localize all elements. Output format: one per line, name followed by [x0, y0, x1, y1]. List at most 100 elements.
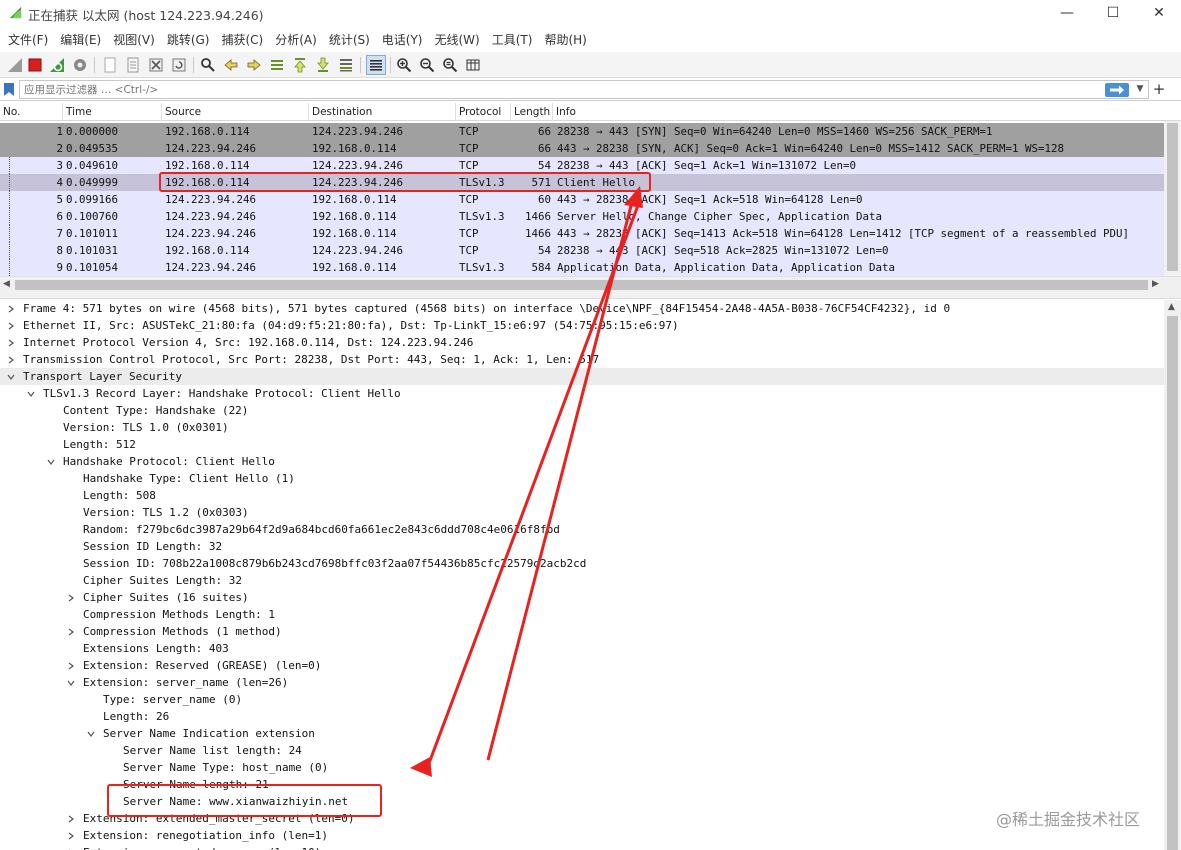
detail-tree-item[interactable]: Length: 26 [0, 708, 1164, 725]
scroll-left-icon[interactable]: ◀ [3, 279, 10, 289]
detail-tree-item[interactable]: Cipher Suites Length: 32 [0, 572, 1164, 589]
detail-tree-item[interactable]: Handshake Protocol: Client Hello [0, 453, 1164, 470]
detail-tree-item[interactable]: Extension: Reserved (GREASE) (len=0) [0, 657, 1164, 674]
chevron-right-icon[interactable] [65, 844, 77, 850]
detail-tree-item[interactable]: Compression Methods (1 method) [0, 623, 1164, 640]
details-scrollbar[interactable]: ▲ [1164, 300, 1181, 850]
chevron-right-icon[interactable] [65, 827, 77, 844]
chevron-right-icon[interactable] [65, 657, 77, 674]
detail-tree-item[interactable]: Session ID Length: 32 [0, 538, 1164, 555]
menu-telephony[interactable]: 电话(Y) [376, 31, 429, 48]
chevron-down-icon[interactable] [5, 368, 17, 385]
colorize-icon[interactable] [366, 55, 386, 75]
restart-capture-icon[interactable] [48, 56, 66, 74]
capture-options-icon[interactable] [71, 56, 89, 74]
detail-tree-item[interactable]: Extension: renegotiation_info (len=1) [0, 827, 1164, 844]
packet-row[interactable]: 2 0.049535 124.223.94.246 192.168.0.114 TCP 6… [0, 140, 1164, 157]
detail-tree-item[interactable]: Random: f279bc6dc3987a29b64f2d9a684bcd60… [0, 521, 1164, 538]
detail-tree-item[interactable]: Length: 508 [0, 487, 1164, 504]
detail-tree-item[interactable]: Content Type: Handshake (22) [0, 402, 1164, 419]
column-header-no[interactable]: No. [0, 103, 63, 121]
zoom-in-icon[interactable] [395, 56, 413, 74]
detail-tree-item[interactable]: Ethernet II, Src: ASUSTekC_21:80:fa (04:… [0, 317, 1164, 334]
detail-tree-item[interactable]: Extensions Length: 403 [0, 640, 1164, 657]
detail-tree-item[interactable]: Extension: supported_groups (len=10) [0, 844, 1164, 850]
display-filter-input[interactable] [19, 80, 1149, 99]
menu-file[interactable]: 文件(F) [2, 31, 54, 48]
detail-tree-item[interactable]: Version: TLS 1.0 (0x0301) [0, 419, 1164, 436]
detail-tree-item[interactable]: Handshake Type: Client Hello (1) [0, 470, 1164, 487]
scroll-thumb[interactable] [1167, 123, 1178, 271]
detail-tree-item[interactable]: Transmission Control Protocol, Src Port:… [0, 351, 1164, 368]
column-header-length[interactable]: Length [511, 103, 553, 121]
packet-row[interactable]: 7 0.101011 124.223.94.246 192.168.0.114 TCP 1… [0, 225, 1164, 242]
chevron-right-icon[interactable] [5, 300, 17, 317]
detail-tree-item[interactable]: TLSv1.3 Record Layer: Handshake Protocol… [0, 385, 1164, 402]
menu-help[interactable]: 帮助(H) [538, 31, 592, 48]
scroll-right-icon[interactable]: ▶ [1152, 279, 1159, 289]
detail-tree-item[interactable]: Type: server_name (0) [0, 691, 1164, 708]
resize-columns-icon[interactable] [464, 56, 482, 74]
chevron-right-icon[interactable] [5, 317, 17, 334]
minimize-button[interactable]: — [1044, 0, 1090, 26]
menu-analyze[interactable]: 分析(A) [269, 31, 323, 48]
chevron-down-icon[interactable]: ▼ [1133, 82, 1147, 96]
close-button[interactable]: ✕ [1136, 0, 1181, 26]
autoscroll-icon[interactable] [337, 56, 355, 74]
go-first-icon[interactable] [291, 56, 309, 74]
go-last-icon[interactable] [314, 56, 332, 74]
maximize-button[interactable]: ☐ [1090, 0, 1136, 26]
column-header-protocol[interactable]: Protocol [456, 103, 511, 121]
find-packet-icon[interactable] [199, 56, 217, 74]
detail-tree-item[interactable]: Version: TLS 1.2 (0x0303) [0, 504, 1164, 521]
packet-row[interactable]: 6 0.100760 124.223.94.246 192.168.0.114 TLSv… [0, 208, 1164, 225]
menu-edit[interactable]: 编辑(E) [54, 31, 107, 48]
add-filter-button[interactable]: + [1152, 80, 1166, 98]
open-file-icon[interactable] [101, 56, 119, 74]
menu-go[interactable]: 跳转(G) [161, 31, 216, 48]
zoom-out-icon[interactable] [418, 56, 436, 74]
packet-row[interactable]: 9 0.101054 124.223.94.246 192.168.0.114 TLSv… [0, 259, 1164, 276]
stop-capture-icon[interactable] [26, 56, 44, 74]
chevron-right-icon[interactable] [65, 623, 77, 640]
chevron-right-icon[interactable] [65, 589, 77, 606]
column-header-time[interactable]: Time [63, 103, 162, 121]
go-forward-icon[interactable] [245, 56, 263, 74]
close-file-icon[interactable] [147, 56, 165, 74]
menu-capture[interactable]: 捕获(C) [215, 31, 269, 48]
chevron-right-icon[interactable] [65, 810, 77, 827]
detail-tree-item[interactable]: Server Name Indication extension [0, 725, 1164, 742]
go-to-packet-icon[interactable] [268, 56, 286, 74]
packet-row[interactable]: 8 0.101031 192.168.0.114 124.223.94.246 TCP 5… [0, 242, 1164, 259]
chevron-down-icon[interactable] [85, 725, 97, 742]
packet-list-scrollbar[interactable] [1164, 121, 1181, 276]
packet-row[interactable]: 5 0.099166 124.223.94.246 192.168.0.114 TCP 6… [0, 191, 1164, 208]
detail-tree-item[interactable]: Cipher Suites (16 suites) [0, 589, 1164, 606]
menu-view[interactable]: 视图(V) [107, 31, 161, 48]
chevron-right-icon[interactable] [5, 334, 17, 351]
save-file-icon[interactable] [124, 56, 142, 74]
detail-tree-item[interactable]: Frame 4: 571 bytes on wire (4568 bits), … [0, 300, 1164, 317]
zoom-normal-icon[interactable] [441, 56, 459, 74]
start-capture-icon[interactable] [6, 56, 24, 74]
detail-tree-item[interactable]: Transport Layer Security [0, 368, 1164, 385]
chevron-right-icon[interactable] [5, 351, 17, 368]
detail-tree-item[interactable]: Length: 512 [0, 436, 1164, 453]
packet-list-hscrollbar[interactable]: ◀ ▶ [0, 276, 1181, 293]
packet-row[interactable]: 1 0.000000 192.168.0.114 124.223.94.246 TCP 6… [0, 123, 1164, 140]
column-header-source[interactable]: Source [162, 103, 309, 121]
pane-splitter[interactable] [0, 293, 1181, 299]
detail-tree-item[interactable]: Internet Protocol Version 4, Src: 192.16… [0, 334, 1164, 351]
column-header-info[interactable]: Info [553, 103, 1181, 121]
detail-tree-item[interactable]: Server Name Type: host_name (0) [0, 759, 1164, 776]
detail-tree-item[interactable]: Compression Methods Length: 1 [0, 606, 1164, 623]
scroll-thumb[interactable] [1167, 316, 1178, 850]
menu-tools[interactable]: 工具(T) [486, 31, 539, 48]
detail-tree-item[interactable]: Server Name list length: 24 [0, 742, 1164, 759]
detail-tree-item[interactable]: Session ID: 708b22a1008c879b6b243cd7698b… [0, 555, 1164, 572]
apply-filter-button[interactable] [1105, 83, 1129, 97]
chevron-down-icon[interactable] [65, 674, 77, 691]
chevron-down-icon[interactable] [25, 385, 37, 402]
scroll-thumb[interactable] [15, 280, 1148, 290]
menu-statistics[interactable]: 统计(S) [323, 31, 376, 48]
